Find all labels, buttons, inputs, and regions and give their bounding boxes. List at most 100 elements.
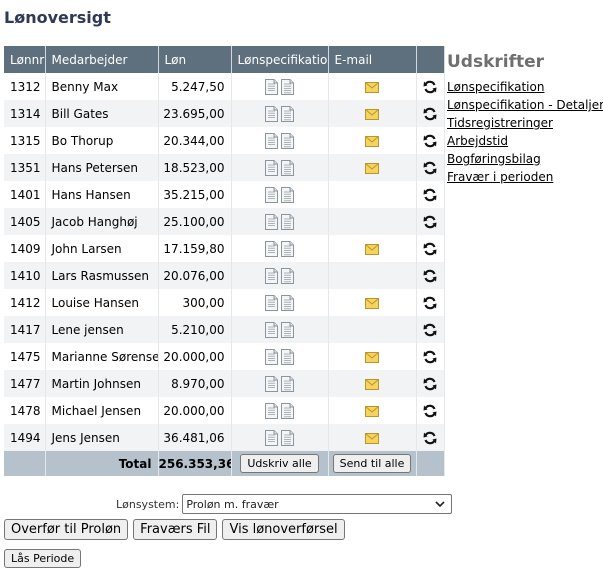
refresh-icon[interactable] [423,215,437,229]
col-header-refresh [416,46,445,73]
payslip-document-icon[interactable] [264,159,278,176]
lonsystem-select[interactable]: Proløn m. fravær [182,494,453,514]
payslip-document-icon[interactable] [264,213,278,230]
footer-empty [4,451,46,476]
refresh-icon[interactable] [423,242,437,256]
envelope-icon[interactable] [365,297,379,309]
payslip-detail-document-icon[interactable] [281,132,295,149]
payslip-detail-document-icon[interactable] [281,105,295,122]
vis-lonoverforsel-button[interactable]: Vis lønoverførsel [222,519,345,540]
payslip-detail-document-icon[interactable] [281,159,295,176]
refresh-icon[interactable] [423,404,437,418]
col-header-lonnr[interactable]: Lønnr [4,46,46,73]
chevron-down-icon [435,500,445,507]
payslip-document-icon[interactable] [264,186,278,203]
payslip-detail-document-icon[interactable] [281,213,295,230]
refresh-icon[interactable] [423,377,437,391]
sidebar-link[interactable]: Tidsregistreringer [447,114,597,132]
payslip-cell [231,127,329,154]
payslip-detail-document-icon[interactable] [281,267,295,284]
refresh-cell [416,208,445,235]
table-body: 1312 Benny Max 5.247,50 1314 Bill Gates … [4,73,445,451]
payslip-document-icon[interactable] [264,402,278,419]
sidebar-link[interactable]: Fravær i perioden [447,168,597,186]
las-periode-button[interactable]: Lås Periode [4,549,82,568]
sidebar-link[interactable]: Lønspecifikation - Detaljer [447,96,603,114]
payslip-cell [231,397,329,424]
envelope-icon[interactable] [365,108,379,120]
refresh-icon[interactable] [423,296,437,310]
overfor-til-prolon-button[interactable]: Overfør til Proløn [4,519,129,540]
table-row: 1475 Marianne Sørensen 20.000,00 [4,343,445,370]
salary-cell: 17.159,80 [158,235,232,262]
refresh-icon[interactable] [423,269,437,283]
refresh-icon[interactable] [423,350,437,364]
lonnr-cell: 1475 [4,343,46,370]
payslip-detail-document-icon[interactable] [281,186,295,203]
email-cell [328,208,417,235]
lonnr-cell: 1478 [4,397,46,424]
col-header-medarbejder[interactable]: Medarbejder [45,46,159,73]
envelope-icon[interactable] [365,378,379,390]
payslip-document-icon[interactable] [264,375,278,392]
envelope-icon[interactable] [365,405,379,417]
refresh-icon[interactable] [423,161,437,175]
refresh-cell [416,154,445,181]
payslip-cell [231,343,329,370]
lonsystem-row: Lønsystem: Proløn m. fravær [116,494,453,514]
refresh-icon[interactable] [423,80,437,94]
table-row: 1409 John Larsen 17.159,80 [4,235,445,262]
envelope-icon[interactable] [365,162,379,174]
payslip-document-icon[interactable] [264,348,278,365]
employee-name-cell: Bill Gates [45,100,159,127]
payslip-document-icon[interactable] [264,132,278,149]
fravaers-fil-button[interactable]: Fraværs Fil [133,519,218,540]
envelope-icon[interactable] [365,81,379,93]
refresh-icon[interactable] [423,188,437,202]
payslip-document-icon[interactable] [264,78,278,95]
envelope-icon[interactable] [365,432,379,444]
payslip-detail-document-icon[interactable] [281,402,295,419]
payslip-document-icon[interactable] [264,240,278,257]
envelope-icon[interactable] [365,243,379,255]
sidebar-title: Udskrifter [447,52,545,72]
salary-cell: 18.523,00 [158,154,232,181]
refresh-icon[interactable] [423,107,437,121]
lonnr-cell: 1351 [4,154,46,181]
employee-name-cell: Lene jensen [45,316,159,343]
payslip-detail-document-icon[interactable] [281,375,295,392]
salary-cell: 300,00 [158,289,232,316]
envelope-icon[interactable] [365,351,379,363]
salary-cell: 20.000,00 [158,343,232,370]
payslip-detail-document-icon[interactable] [281,240,295,257]
col-header-lon[interactable]: Løn [158,46,232,73]
table-row: 1314 Bill Gates 23.695,00 [4,100,445,127]
payslip-detail-document-icon[interactable] [281,348,295,365]
employee-name-cell: Jacob Hanghøj [45,208,159,235]
lonsystem-label: Lønsystem: [116,497,180,511]
send-all-button[interactable]: Send til alle [332,454,412,473]
print-all-button[interactable]: Udskriv alle [240,454,319,473]
employee-name-cell: Marianne Sørensen [45,343,159,370]
salary-cell: 8.970,00 [158,370,232,397]
refresh-icon[interactable] [423,134,437,148]
refresh-icon[interactable] [423,323,437,337]
refresh-icon[interactable] [423,431,437,445]
payslip-cell [231,181,329,208]
payslip-detail-document-icon[interactable] [281,321,295,338]
payslip-document-icon[interactable] [264,105,278,122]
payslip-cell [231,235,329,262]
envelope-icon[interactable] [365,135,379,147]
payslip-document-icon[interactable] [264,267,278,284]
sidebar-link[interactable]: Lønspecifikation [447,78,597,96]
payslip-detail-document-icon[interactable] [281,429,295,446]
payslip-detail-document-icon[interactable] [281,294,295,311]
sidebar-link[interactable]: Bogføringsbilag [447,150,597,168]
payslip-detail-document-icon[interactable] [281,78,295,95]
payslip-document-icon[interactable] [264,294,278,311]
refresh-cell [416,73,445,100]
sidebar-link[interactable]: Arbejdstid [447,132,597,150]
email-cell [328,262,417,289]
payslip-document-icon[interactable] [264,429,278,446]
payslip-document-icon[interactable] [264,321,278,338]
